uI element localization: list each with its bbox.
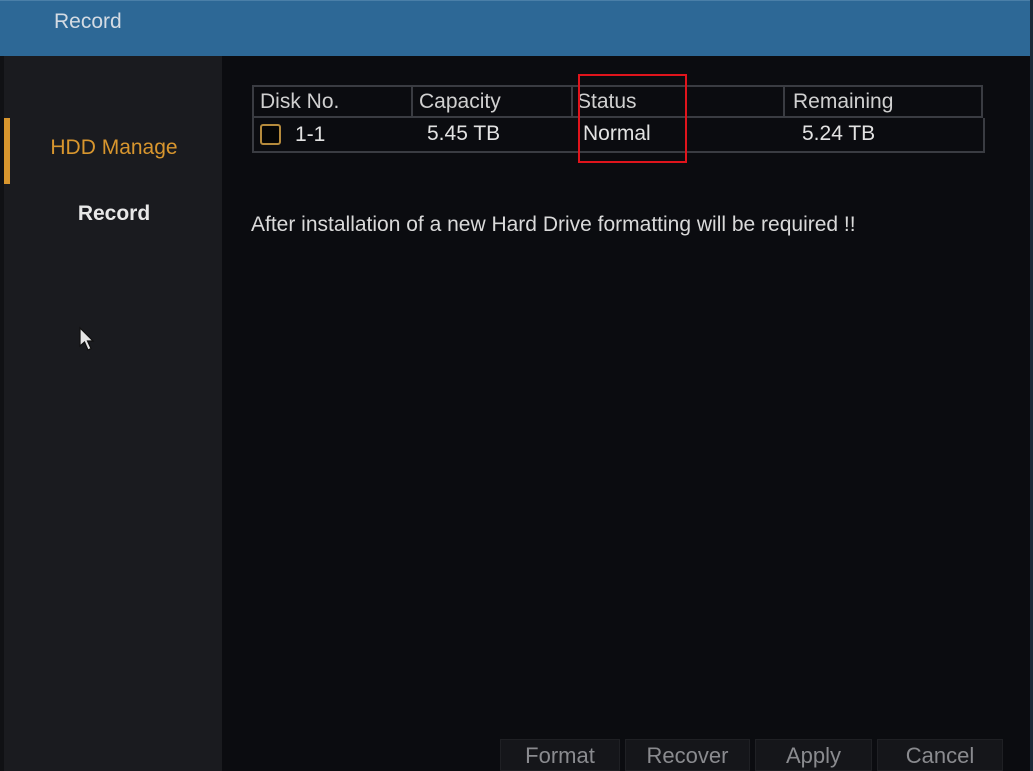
window-title: Record — [54, 10, 122, 33]
format-button[interactable]: Format — [500, 739, 620, 771]
cell-remaining: 5.24 TB — [802, 122, 876, 145]
recover-button[interactable]: Recover — [625, 739, 750, 771]
format-notice: After installation of a new Hard Drive f… — [251, 213, 856, 236]
mouse-cursor-icon — [79, 326, 95, 351]
cancel-button[interactable]: Cancel — [877, 739, 1003, 771]
disk-table: Disk No. Capacity Status Remaining 1-1 5… — [252, 85, 985, 153]
table-row[interactable]: 1-1 5.45 TB Normal 5.24 TB — [252, 118, 985, 153]
cell-disk-no: 1-1 — [254, 118, 413, 151]
column-header-disk-no[interactable]: Disk No. — [254, 87, 413, 116]
table-header: Disk No. Capacity Status Remaining — [252, 85, 983, 118]
column-header-capacity[interactable]: Capacity — [413, 87, 573, 116]
sidebar: HDD Manage Record — [4, 56, 222, 771]
column-header-remaining[interactable]: Remaining — [785, 87, 981, 116]
apply-button[interactable]: Apply — [755, 739, 872, 771]
cell-capacity: 5.45 TB — [427, 122, 501, 145]
disk-select-checkbox[interactable] — [260, 124, 281, 145]
disk-no-value: 1-1 — [295, 123, 326, 146]
sidebar-item-label: Record — [77, 202, 151, 225]
column-header-status[interactable]: Status — [573, 87, 785, 116]
cell-status: Normal — [583, 122, 651, 145]
sidebar-item-record[interactable]: Record — [4, 184, 222, 244]
sidebar-item-hdd-manage[interactable]: HDD Manage — [4, 116, 222, 184]
title-bar: Record — [0, 0, 1033, 56]
sidebar-item-label: HDD Manage — [50, 136, 178, 159]
button-bar: Format Recover Apply Cancel — [500, 739, 1003, 771]
record-window: Record HDD Manage Record Disk No. Capaci… — [0, 0, 1033, 771]
